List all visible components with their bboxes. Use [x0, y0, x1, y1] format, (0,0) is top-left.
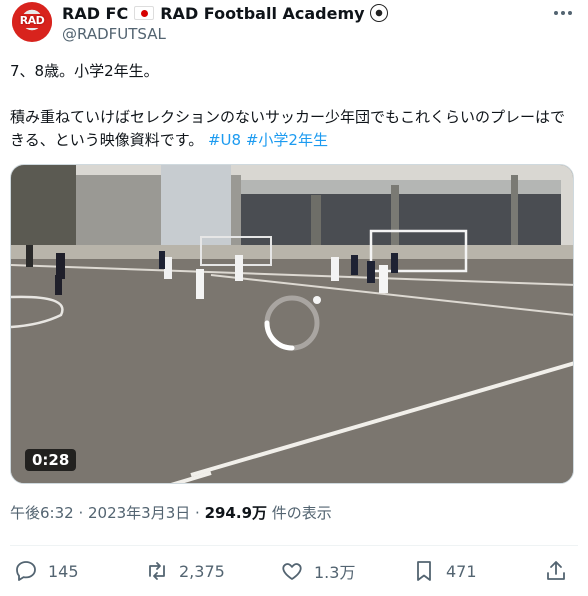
timestamp[interactable]: 午後6:32 · 2023年3月3日 ·	[10, 504, 205, 522]
author-names: RAD FC RAD Football Academy @RADFUTSAL	[62, 2, 388, 44]
tweet-header: RAD RAD FC RAD Football Academy @RADFUTS…	[8, 0, 580, 44]
author-handle[interactable]: @RADFUTSAL	[62, 24, 388, 44]
soccer-ball-icon	[369, 4, 388, 22]
more-options-icon[interactable]	[552, 6, 574, 20]
action-bar: 145 2,375 1.3万 471	[10, 556, 578, 586]
views-label: 件の表示	[267, 504, 332, 522]
retweet-button[interactable]: 2,375	[145, 556, 225, 586]
retweet-count: 2,375	[179, 561, 225, 581]
bookmark-icon	[417, 561, 431, 581]
reply-count: 145	[48, 561, 79, 581]
tweet-meta: 午後6:32 · 2023年3月3日 · 294.9万 件の表示	[10, 502, 332, 523]
divider	[10, 545, 578, 546]
bookmark-button[interactable]: 471	[412, 556, 477, 586]
display-name[interactable]: RAD FC RAD Football Academy	[62, 2, 388, 24]
loading-spinner-icon	[264, 295, 320, 351]
japan-flag-icon	[134, 6, 155, 20]
reply-button[interactable]: 145	[14, 556, 79, 586]
share-button[interactable]	[544, 556, 578, 586]
display-name-text[interactable]: RAD FC	[62, 4, 128, 23]
like-button[interactable]: 1.3万	[280, 556, 355, 586]
like-count: 1.3万	[314, 563, 356, 582]
avatar-text: RAD	[12, 14, 52, 28]
tweet-text: 7、8歳。小学2年生。 積み重ねていけばセレクションのないサッカー少年団でもこれ…	[10, 60, 578, 152]
display-name-suffix[interactable]: RAD Football Academy	[160, 4, 364, 23]
video-player[interactable]: 0:28	[10, 164, 574, 484]
reply-icon	[16, 561, 36, 581]
share-icon	[547, 561, 565, 580]
video-duration: 0:28	[25, 449, 77, 471]
tweet-line-1: 7、8歳。小学2年生。	[10, 62, 159, 80]
hashtag-grade2[interactable]: #小学2年生	[246, 131, 328, 149]
tweet-line-2: 積み重ねていけばセレクションのないサッカー少年団でもこれくらいのプレーはできる、…	[10, 106, 578, 152]
avatar[interactable]: RAD	[12, 2, 52, 42]
hashtag-u8[interactable]: #U8	[208, 131, 241, 149]
retweet-icon	[149, 562, 165, 580]
heart-icon	[282, 563, 302, 580]
views-count: 294.9万	[204, 504, 268, 522]
bookmark-count: 471	[446, 561, 477, 581]
